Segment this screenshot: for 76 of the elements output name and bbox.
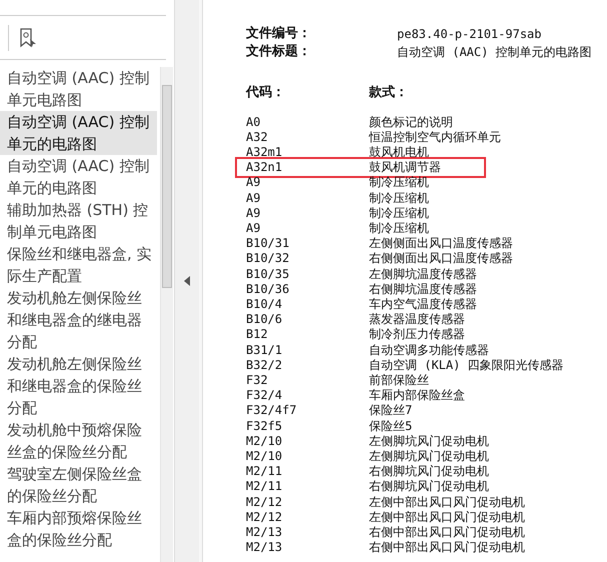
name-cell: 保险丝7 — [369, 403, 412, 419]
code-cell-text: B10/6 — [246, 312, 284, 328]
name-cell: 左侧中部出风口风门促动电机 — [369, 494, 525, 510]
code-cell-text: A32 — [246, 130, 269, 145]
tree-item[interactable]: 自动空调 (AAC) 控制单元电路图 — [0, 67, 157, 111]
tree-item[interactable]: 自动空调 (AAC) 控制单元的电路图 — [0, 111, 157, 155]
name-cell: 车内空气温度传感器 — [369, 296, 477, 312]
code-cell-text: M2/11 — [246, 479, 284, 495]
tree-item[interactable]: 发动机舱左侧保险丝和继电器盒的保险丝分配 — [0, 353, 157, 419]
code-cell-text: M2/10 — [246, 448, 284, 464]
name-cell: 蒸发器温度传感器 — [369, 312, 465, 328]
name-cell: 左侧中部出风口风门促动电机 — [369, 510, 525, 525]
code-cell-text: B10/32 — [246, 251, 290, 267]
bookmark-icon[interactable] — [19, 28, 37, 48]
name-cell: 颜色标记的说明 — [369, 114, 453, 130]
name-cell: 左侧脚坑风门促动电机 — [369, 434, 489, 449]
code-cell-text: M2/10 — [246, 434, 284, 449]
code-cell-text: B32/2 — [246, 358, 284, 373]
name-cell: 车厢内部保险丝盒 — [369, 388, 465, 404]
code-cell-text: A9 — [246, 220, 262, 236]
name-cell: 制冷剂压力传感器 — [369, 327, 465, 343]
code-cell-text: B10/4 — [246, 296, 284, 312]
code-cell-text: A9 — [246, 206, 262, 221]
tree-item[interactable]: 保险丝和继电器盒, 实际生产配置 — [0, 243, 157, 287]
name-cell: 鼓风机调节器 — [369, 160, 441, 176]
name-cell: 左侧脚坑温度传感器 — [369, 266, 477, 282]
name-cell: 右侧脚坑风门促动电机 — [369, 464, 489, 480]
code-cell-text: M2/12 — [246, 494, 284, 510]
code-cell-text: F32f5 — [246, 418, 284, 434]
column-header: 代码： — [246, 84, 286, 102]
tree-item[interactable]: 车厢内部预熔保险丝盒的保险丝分配 — [0, 507, 157, 551]
code-cell-text: B10/31 — [246, 236, 290, 252]
name-cell: 右侧脚坑温度传感器 — [369, 282, 477, 297]
name-cell: 前部保险丝 — [369, 372, 429, 388]
column-header: 款式： — [369, 84, 408, 102]
name-cell: 右侧侧面出风口温度传感器 — [369, 251, 513, 267]
code-cell-text: A0 — [246, 114, 262, 130]
name-cell: 保险丝5 — [369, 418, 412, 434]
tree-item[interactable]: 辅助加热器 (STH) 控制单元电路图 — [0, 199, 157, 243]
name-cell: 右侧中部出风口风门促动电机 — [369, 540, 525, 556]
name-cell: 制冷压缩机 — [369, 220, 429, 236]
name-cell: 左侧侧面出风口温度传感器 — [369, 236, 513, 252]
collapse-arrow-icon[interactable] — [184, 276, 190, 286]
field-value: pe83.40-p-2101-97sab — [397, 26, 542, 43]
code-cell-text: B10/35 — [246, 266, 290, 282]
field-value: 自动空调 (AAC) 控制单元的电路图 — [397, 44, 592, 61]
code-cell-text: F32 — [246, 372, 269, 388]
code-cell-text: F32/4 — [246, 388, 284, 404]
tree-item[interactable]: 发动机舱左侧保险丝和继电器盒的继电器分配 — [0, 287, 157, 353]
code-cell-text: A9 — [246, 190, 262, 206]
code-cell-text: A9 — [246, 175, 262, 191]
field-label: 文件编号： — [246, 25, 312, 43]
name-cell: 制冷压缩机 — [369, 190, 429, 206]
code-cell-text: M2/13 — [246, 540, 284, 556]
code-cell-text: M2/11 — [246, 464, 284, 480]
code-cell-text: F32/4f7 — [246, 403, 298, 419]
tree-item[interactable]: 发动机舱中预熔保险丝盒的保险丝分配 — [0, 419, 157, 463]
code-cell-text: B10/36 — [246, 282, 290, 297]
name-cell: 鼓风机电机 — [369, 144, 429, 160]
name-cell: 左侧脚坑风门促动电机 — [369, 448, 489, 464]
name-cell: 恒温控制空气内循环单元 — [369, 130, 501, 145]
name-cell: 自动空调多功能传感器 — [369, 342, 489, 358]
name-cell: 制冷压缩机 — [369, 206, 429, 221]
code-cell-text: M2/12 — [246, 510, 284, 525]
field-label: 文件标题： — [246, 43, 312, 61]
name-cell: 右侧脚坑风门促动电机 — [369, 479, 489, 495]
name-cell: 制冷压缩机 — [369, 175, 429, 191]
code-cell-text: A32n1 — [246, 160, 284, 176]
code-cell-text: B12 — [246, 327, 269, 343]
tree-item[interactable]: 驾驶室左侧保险丝盒的保险丝分配 — [0, 463, 157, 507]
code-cell-text: B31/1 — [246, 342, 284, 358]
name-cell: 右侧中部出风口风门促动电机 — [369, 524, 525, 540]
tree-item[interactable]: 自动空调 (AAC) 控制单元的电路图 — [0, 155, 157, 199]
name-cell: 自动空调 (KLA) 四象限阳光传感器 — [369, 358, 564, 373]
code-cell-text: A32m1 — [246, 144, 284, 160]
code-cell-text: M2/13 — [246, 524, 284, 540]
